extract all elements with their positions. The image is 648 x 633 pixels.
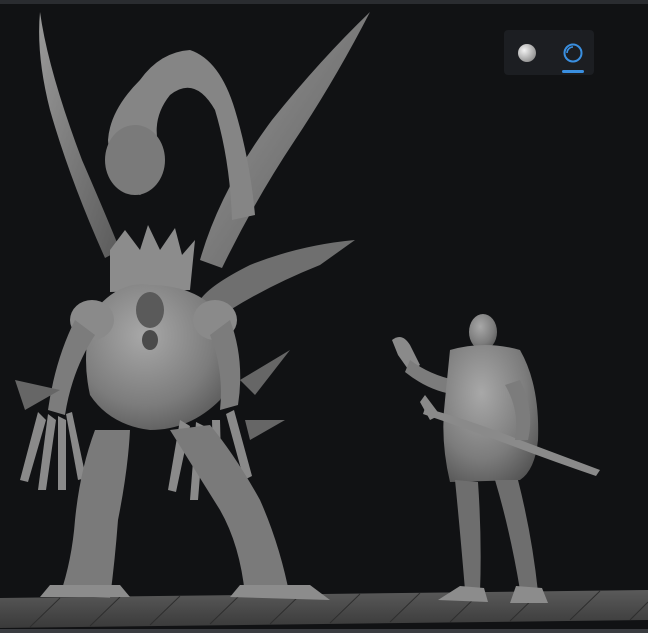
- model-scene[interactable]: [0, 0, 648, 633]
- active-indicator: [562, 70, 584, 73]
- matcap-view-button[interactable]: [550, 30, 594, 75]
- 3d-viewport[interactable]: [0, 0, 648, 633]
- solid-sphere-icon: [518, 44, 536, 62]
- outlined-sphere-icon: [563, 43, 583, 63]
- view-mode-toggle: [504, 30, 594, 75]
- shaded-view-button[interactable]: [504, 30, 548, 75]
- bottom-border: [0, 629, 648, 633]
- ranger-model[interactable]: [392, 314, 600, 603]
- demon-model[interactable]: [15, 12, 370, 600]
